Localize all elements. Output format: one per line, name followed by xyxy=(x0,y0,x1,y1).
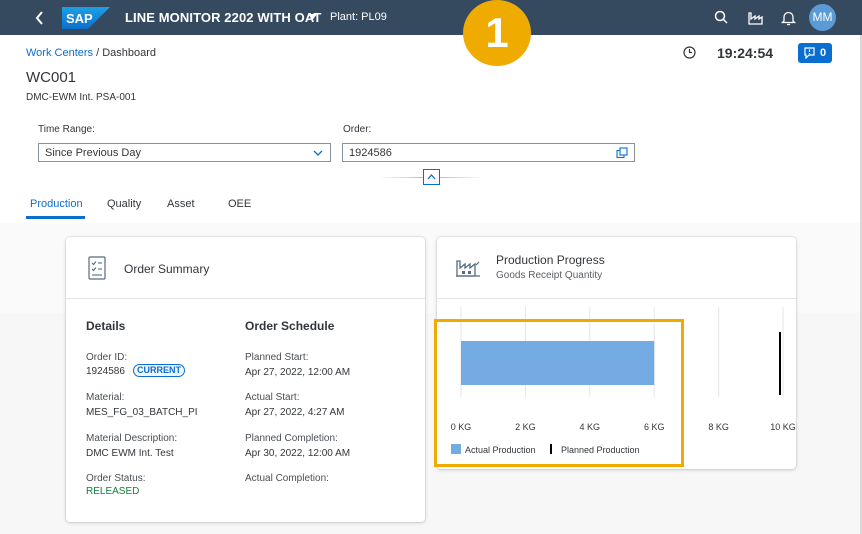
chevron-down-icon[interactable] xyxy=(308,13,317,21)
notification-count: 0 xyxy=(820,47,827,59)
highlight-box xyxy=(434,319,684,467)
factory-icon xyxy=(456,260,480,277)
order-label: Order: xyxy=(343,124,372,135)
time-range-select[interactable]: Since Previous Day xyxy=(38,143,331,162)
schedule-heading: Order Schedule xyxy=(245,319,335,333)
chevron-up-icon xyxy=(427,174,436,180)
order-input[interactable]: 1924586 xyxy=(342,143,635,162)
time-range-label: Time Range: xyxy=(38,124,95,135)
material-description-label: Material Description: xyxy=(86,433,178,444)
avatar[interactable]: MM xyxy=(809,4,836,31)
tab-quality[interactable]: Quality xyxy=(107,198,141,210)
order-value: 1924586 xyxy=(349,147,392,159)
order-summary-card: Order Summary Details Order Schedule Ord… xyxy=(66,237,425,522)
factory-icon[interactable] xyxy=(747,9,764,26)
order-status-value: RELEASED xyxy=(86,486,140,497)
value-help-icon[interactable] xyxy=(616,147,628,159)
work-center-id: WC001 xyxy=(26,69,77,86)
planned-start-value: Apr 27, 2022, 12:00 AM xyxy=(245,367,351,378)
breadcrumb-separator: / xyxy=(93,47,103,59)
work-center-description: DMC-EWM Int. PSA-001 xyxy=(26,92,137,103)
order-id-label: Order ID: xyxy=(86,352,128,363)
order-summary-title: Order Summary xyxy=(124,262,210,276)
material-description-value: DMC EWM Int. Test xyxy=(86,448,174,459)
plant-label: Plant: PL09 xyxy=(330,11,387,23)
card-divider xyxy=(66,298,425,299)
planned-completion-value: Apr 30, 2022, 12:00 AM xyxy=(245,448,351,459)
active-tab-indicator xyxy=(26,216,85,219)
tab-oee[interactable]: OEE xyxy=(228,198,251,210)
production-progress-title: Production Progress xyxy=(496,253,605,267)
notifications-button[interactable]: 0 xyxy=(798,43,832,63)
search-icon[interactable] xyxy=(713,9,730,26)
planned-start-label: Planned Start: xyxy=(245,352,309,363)
message-icon xyxy=(804,47,815,59)
sap-logo-text: SAP xyxy=(66,11,93,26)
shell-bar: SAP LINE MONITOR 2202 WITH OAT Plant: PL… xyxy=(0,0,862,35)
step-number-badge: 1 xyxy=(463,0,531,66)
current-badge: CURRENT xyxy=(133,364,185,377)
sap-logo[interactable]: SAP xyxy=(62,7,110,29)
material-value: MES_FG_03_BATCH_PI xyxy=(86,407,198,418)
back-icon[interactable] xyxy=(30,8,50,28)
order-id-value: 1924586 xyxy=(86,366,125,377)
current-time: 19:24:54 xyxy=(717,45,774,61)
bell-icon[interactable] xyxy=(780,9,797,26)
collapse-header-button[interactable] xyxy=(423,169,440,185)
chevron-down-icon[interactable] xyxy=(312,147,324,159)
actual-completion-label: Actual Completion: xyxy=(245,473,329,484)
production-progress-subtitle: Goods Receipt Quantity xyxy=(496,270,603,281)
actual-start-value: Apr 27, 2022, 4:27 AM xyxy=(245,407,345,418)
order-status-label: Order Status: xyxy=(86,473,146,484)
x-tick-label: 8 KG xyxy=(708,422,729,432)
x-tick-label: 10 KG xyxy=(770,422,796,432)
material-label: Material: xyxy=(86,392,125,403)
breadcrumb-link-work-centers[interactable]: Work Centers xyxy=(26,47,93,59)
tab-asset[interactable]: Asset xyxy=(167,198,195,210)
breadcrumb: Work Centers / Dashboard xyxy=(26,47,156,59)
details-heading: Details xyxy=(86,319,126,333)
tab-production[interactable]: Production xyxy=(30,198,83,210)
checklist-icon xyxy=(88,256,106,280)
time-range-value: Since Previous Day xyxy=(45,147,141,159)
actual-start-label: Actual Start: xyxy=(245,392,300,403)
app-title[interactable]: LINE MONITOR 2202 WITH OAT xyxy=(125,10,321,25)
clock-icon xyxy=(683,46,696,59)
breadcrumb-current: Dashboard xyxy=(102,47,157,59)
planned-completion-label: Planned Completion: xyxy=(245,433,338,444)
